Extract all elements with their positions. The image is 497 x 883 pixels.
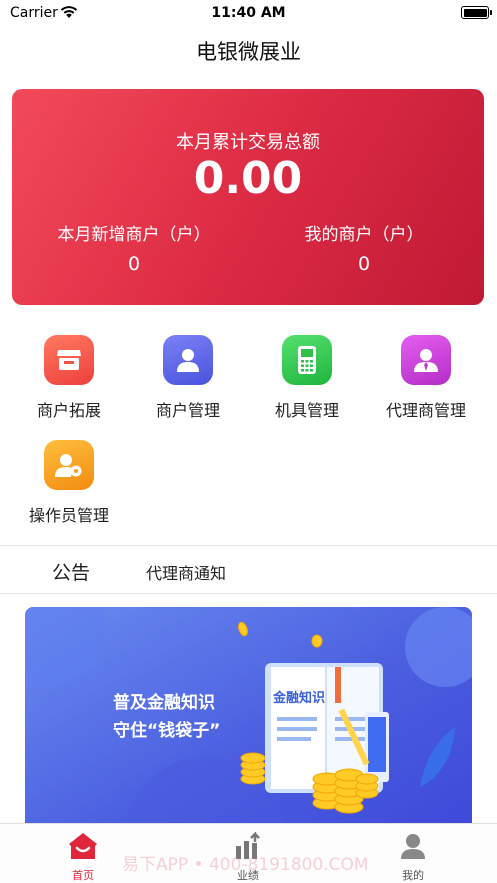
tab-label: 我的 <box>402 869 424 882</box>
monthly-total-label: 本月累计交易总额 <box>176 132 320 153</box>
banner-text: 普及金融知识 守住“钱袋子” <box>113 689 220 745</box>
shop-icon <box>44 335 94 385</box>
status-time: 11:40 AM <box>211 5 286 21</box>
agent-icon <box>401 335 451 385</box>
new-merchants-stat[interactable]: 本月新增商户（户） 0 <box>14 220 254 275</box>
banner-illustration <box>25 607 472 837</box>
my-merchants-label: 我的商户（户） <box>304 225 424 245</box>
profile-icon <box>401 834 425 859</box>
menu-agent-management[interactable]: 代理商管理 <box>367 335 485 421</box>
menu-label: 商户管理 <box>155 401 220 420</box>
tab-profile[interactable]: 我的 <box>373 832 453 883</box>
tab-home[interactable]: 首页 <box>43 832 123 883</box>
menu-device-management[interactable]: 机具管理 <box>248 335 366 421</box>
section-divider <box>0 593 497 594</box>
monthly-total-value: 0.00 <box>193 153 303 204</box>
promo-banner[interactable]: 金融知识 普及金融知识 守住“钱袋子” <box>25 607 472 837</box>
menu-merchant-management[interactable]: 商户管理 <box>129 335 247 421</box>
tab-agent-notice[interactable]: 代理商通知 <box>146 560 226 584</box>
menu-label: 操作员管理 <box>28 506 109 525</box>
pos-terminal-icon <box>282 335 332 385</box>
book-title: 金融知识 <box>272 691 325 706</box>
menu-label: 机具管理 <box>274 401 339 420</box>
my-merchants-value: 0 <box>357 253 371 275</box>
banner-line-2: 守住“钱袋子” <box>113 721 221 741</box>
operator-settings-icon <box>44 440 94 490</box>
new-merchants-label: 本月新增商户（户） <box>57 225 211 245</box>
banner-line-1: 普及金融知识 <box>113 693 215 713</box>
menu-label: 代理商管理 <box>385 401 466 420</box>
menu-operator-management[interactable]: 操作员管理 <box>10 440 128 526</box>
watermark-text: 易下APP • 400-8191800.COM <box>122 855 369 875</box>
my-merchants-stat[interactable]: 我的商户（户） 0 <box>244 220 484 275</box>
summary-card: 本月累计交易总额 0.00 本月新增商户（户） 0 我的商户（户） 0 <box>12 89 484 305</box>
page-title: 电银微展业 <box>196 40 301 64</box>
tab-label: 首页 <box>72 869 94 882</box>
tab-announcement[interactable]: 公告 <box>52 558 90 585</box>
menu-merchant-expansion[interactable]: 商户拓展 <box>10 335 128 421</box>
bottom-tab-bar: 首页 业绩 我的 易下APP • 400-8191800.COM <box>0 823 497 883</box>
user-icon <box>163 335 213 385</box>
menu-label: 商户拓展 <box>36 401 101 420</box>
new-merchants-value: 0 <box>127 253 141 275</box>
status-bar: Carrier 11:40 AM <box>0 0 497 26</box>
section-divider <box>0 545 497 546</box>
battery-icon <box>461 6 492 19</box>
home-icon <box>69 833 97 859</box>
